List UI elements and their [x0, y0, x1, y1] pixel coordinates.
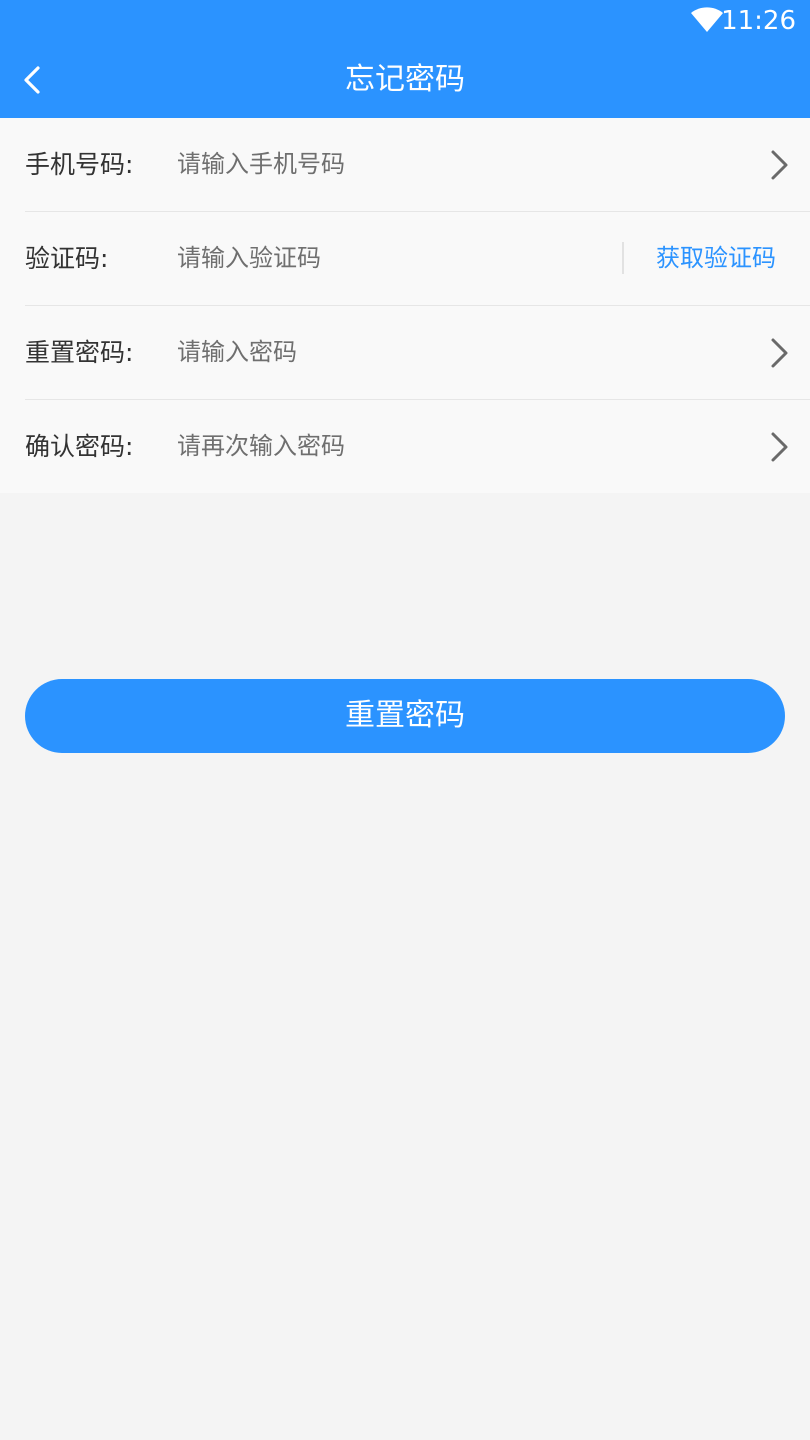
- phone-input[interactable]: [177, 140, 607, 188]
- new-password-label: 重置密码:: [25, 338, 134, 367]
- phone-row: 手机号码:: [25, 118, 810, 212]
- forgot-password-screen: 11:26 忘记密码 手机号码: 验证码: 获取验证码 重置密码:: [0, 0, 810, 1440]
- code-row: 验证码: 获取验证码: [25, 212, 810, 306]
- page-title: 忘记密码: [345, 62, 465, 97]
- wifi-icon: [691, 7, 723, 32]
- status-bar: 11:26: [0, 0, 810, 42]
- new-password-row: 重置密码:: [25, 306, 810, 400]
- confirm-password-row: 确认密码:: [25, 400, 810, 493]
- vertical-divider: [622, 242, 624, 274]
- chevron-right-icon: [771, 150, 788, 180]
- app-bar: 忘记密码: [0, 42, 810, 118]
- chevron-right-icon: [771, 432, 788, 462]
- confirm-password-label: 确认密码:: [25, 432, 134, 461]
- code-input[interactable]: [177, 234, 607, 282]
- reset-form: 手机号码: 验证码: 获取验证码 重置密码: 确认密码:: [0, 118, 810, 493]
- get-code-button[interactable]: 获取验证码: [656, 212, 776, 305]
- new-password-input[interactable]: [177, 328, 607, 376]
- phone-label: 手机号码:: [25, 150, 134, 179]
- chevron-right-icon: [771, 338, 788, 368]
- reset-password-button[interactable]: 重置密码: [25, 679, 785, 753]
- code-label: 验证码:: [25, 244, 109, 273]
- status-time: 11:26: [721, 6, 796, 36]
- confirm-password-input[interactable]: [177, 422, 607, 470]
